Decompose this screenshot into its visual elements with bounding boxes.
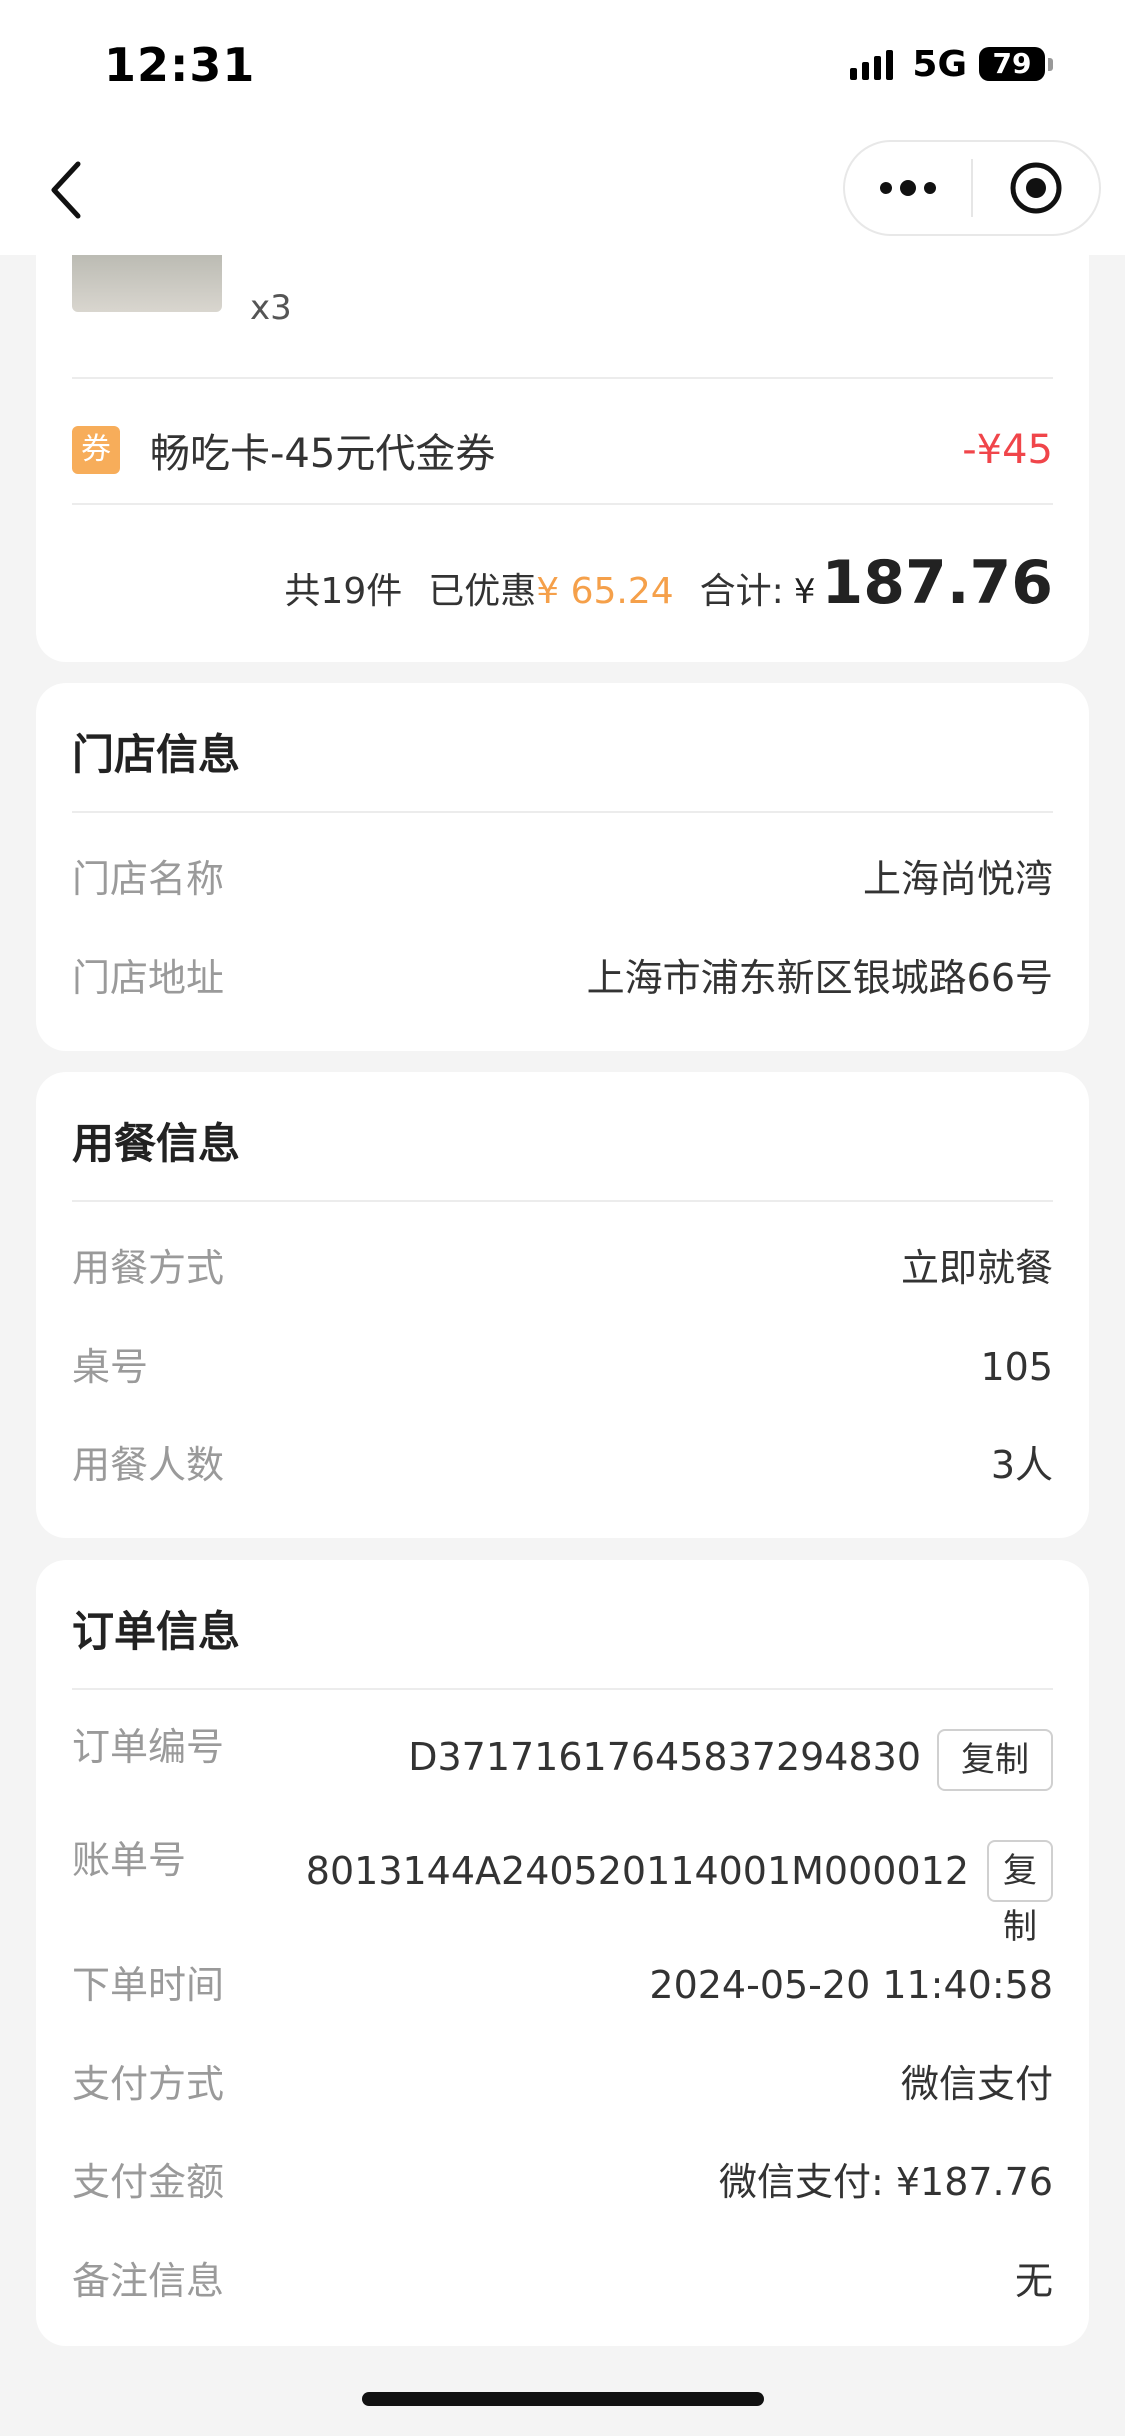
- saved-label: 已优惠: [428, 571, 537, 612]
- info-value: 2024-05-20 11:40:58: [649, 1963, 1053, 2007]
- divider: [72, 1200, 1053, 1202]
- order-total-row: 共19件 已优惠 ¥ 65.24 合计: ¥ 187.76: [284, 548, 1053, 618]
- home-indicator[interactable]: [362, 2392, 764, 2406]
- copy-bill-number-button[interactable]: 复: [987, 1840, 1053, 1902]
- info-value: 3人: [990, 1443, 1053, 1487]
- status-indicators: 5G 79: [850, 43, 1053, 85]
- divider: [72, 811, 1053, 813]
- info-row-guest-count: 用餐人数 3人: [72, 1435, 1053, 1495]
- info-row-table-number: 桌号 105: [72, 1337, 1053, 1397]
- info-label: 用餐人数: [72, 1443, 225, 1487]
- goods-quantity: x3: [250, 288, 292, 328]
- info-label: 订单编号: [72, 1725, 225, 1769]
- info-row-order-number: 订单编号 D37171617645837294830 复制: [72, 1725, 1053, 1791]
- info-value: 105: [980, 1345, 1053, 1389]
- dining-info-card: 用餐信息 用餐方式 立即就餐 桌号 105 用餐人数 3人: [36, 1072, 1089, 1538]
- info-value: 立即就餐: [900, 1246, 1053, 1290]
- info-row-order-time: 下单时间 2024-05-20 11:40:58: [72, 1955, 1053, 2015]
- info-label: 支付方式: [72, 2062, 225, 2106]
- coupon-amount: -¥45: [962, 427, 1053, 473]
- coupon-icon: 券: [72, 426, 120, 474]
- network-type: 5G: [912, 43, 967, 85]
- currency-symbol: ¥: [793, 572, 816, 612]
- header: 12:31 5G 79: [0, 0, 1125, 255]
- bill-number: 8013144A240520114001M000012: [305, 1849, 969, 1893]
- back-button[interactable]: [40, 150, 100, 230]
- section-title: 门店信息: [72, 730, 241, 779]
- info-value: 上海市浦东新区银城路66号: [586, 956, 1053, 1000]
- copy-button-label-wrap: 制: [1003, 1907, 1037, 1947]
- info-label: 备注信息: [72, 2259, 225, 2303]
- info-label: 下单时间: [72, 1963, 225, 2007]
- info-row-payment-amount: 支付金额 微信支付: ¥187.76: [72, 2152, 1053, 2212]
- coupon-name: 畅吃卡-45元代金券: [150, 431, 496, 477]
- info-row-store-address: 门店地址 上海市浦东新区银城路66号: [72, 948, 1053, 1008]
- info-label: 门店地址: [72, 956, 225, 1000]
- section-title: 用餐信息: [72, 1119, 241, 1168]
- mini-program-capsule: [843, 140, 1101, 236]
- item-count: 共19件: [284, 571, 403, 612]
- section-title: 订单信息: [72, 1607, 241, 1656]
- info-label: 账单号: [72, 1838, 187, 1882]
- order-number-value: D37171617645837294830 复制: [408, 1725, 1053, 1791]
- info-row-remarks: 备注信息 无: [72, 2251, 1053, 2311]
- info-value: 微信支付: [900, 2062, 1053, 2106]
- info-label: 门店名称: [72, 857, 225, 901]
- divider: [72, 377, 1053, 379]
- more-dots-icon: [880, 180, 936, 196]
- more-button[interactable]: [845, 142, 971, 234]
- chevron-left-icon: [51, 161, 81, 219]
- info-value: 上海尚悦湾: [862, 857, 1053, 901]
- coupon-row: 券 畅吃卡-45元代金券 -¥45: [72, 418, 1053, 482]
- store-info-card: 门店信息 门店名称 上海尚悦湾 门店地址 上海市浦东新区银城路66号: [36, 683, 1089, 1051]
- divider: [72, 503, 1053, 505]
- total-amount: 187.76: [821, 548, 1053, 618]
- info-label: 支付金额: [72, 2160, 225, 2204]
- divider: [72, 1688, 1053, 1690]
- close-button[interactable]: [973, 142, 1099, 234]
- info-row-payment-method: 支付方式 微信支付: [72, 2054, 1053, 2114]
- signal-icon: [850, 48, 898, 80]
- info-label: 桌号: [72, 1345, 149, 1389]
- copy-button-label: 复: [1003, 1851, 1037, 1891]
- target-circle-icon: [1010, 162, 1062, 214]
- status-time: 12:31: [104, 38, 256, 92]
- info-row-bill-number: 账单号 8013144A240520114001M000012 复 制: [72, 1838, 1053, 1950]
- info-value: 无: [1014, 2259, 1053, 2303]
- copy-order-number-button[interactable]: 复制: [937, 1728, 1053, 1791]
- order-info-card: 订单信息 订单编号 D37171617645837294830 复制 账单号 80…: [36, 1560, 1089, 2346]
- battery-icon: 79: [979, 47, 1045, 81]
- battery-cap: [1048, 57, 1053, 71]
- order-number: D37171617645837294830: [408, 1735, 921, 1779]
- info-value: 微信支付: ¥187.76: [718, 2160, 1053, 2204]
- total-label: 合计:: [699, 571, 784, 612]
- info-label: 用餐方式: [72, 1246, 225, 1290]
- info-row-dining-mode: 用餐方式 立即就餐: [72, 1238, 1053, 1298]
- info-row-store-name: 门店名称 上海尚悦湾: [72, 849, 1053, 909]
- saved-amount: ¥ 65.24: [536, 571, 674, 612]
